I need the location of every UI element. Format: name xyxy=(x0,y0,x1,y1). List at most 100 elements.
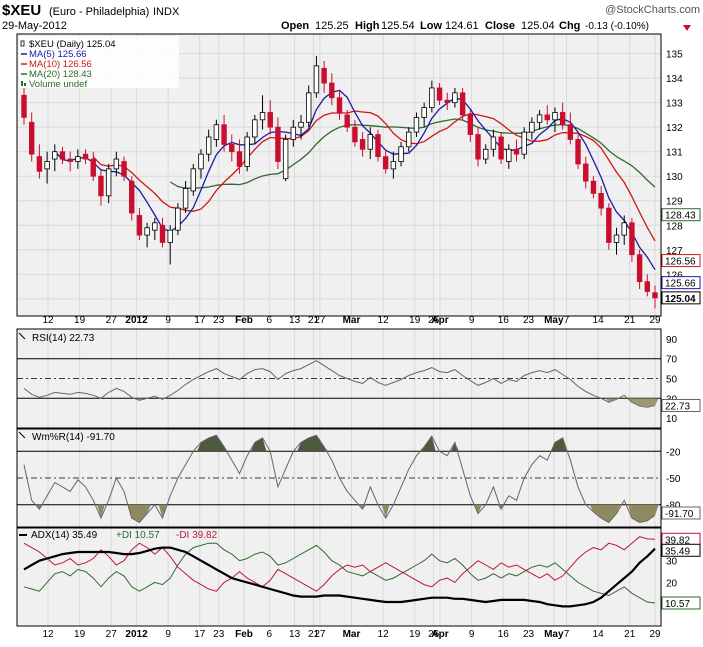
x-tick-label: 14 xyxy=(593,629,605,640)
x-tick-label: Apr xyxy=(431,629,448,640)
candle-body xyxy=(652,292,658,299)
x-tick-label: Feb xyxy=(235,315,253,326)
candle-body xyxy=(598,192,604,209)
price-candle xyxy=(498,132,504,164)
x-tick-label: 6 xyxy=(267,629,273,640)
x-tick-label: 29 xyxy=(649,629,661,640)
x-tick-label: 12 xyxy=(378,315,390,326)
x-tick-label: 19 xyxy=(409,315,421,326)
candle-body xyxy=(82,153,89,160)
candle-body xyxy=(544,114,550,121)
wr-y-tick-label: -50 xyxy=(666,474,681,485)
price-y-tick-label: 135 xyxy=(666,50,683,61)
exchange-label: INDX xyxy=(153,6,180,18)
candle-body xyxy=(236,151,243,167)
x-tick-label: 9 xyxy=(469,315,475,326)
x-tick-label: 23 xyxy=(523,629,535,640)
adx-price-tag: 10.57 xyxy=(665,599,690,610)
candle-body xyxy=(267,112,273,128)
x-tick-label: 23 xyxy=(213,629,225,640)
candle-body xyxy=(375,134,381,158)
x-tick-label: 6 xyxy=(267,315,273,326)
candle-body xyxy=(644,281,651,292)
candle-body xyxy=(513,148,520,155)
price-candle xyxy=(606,203,612,250)
down-arrow-icon xyxy=(683,25,691,31)
candle-body xyxy=(167,229,173,243)
candle-body xyxy=(398,146,404,162)
x-tick-label: 17 xyxy=(194,629,206,640)
candle-body xyxy=(67,158,73,162)
candle-body xyxy=(382,156,389,170)
price-candle xyxy=(175,203,181,236)
price-candle xyxy=(282,134,289,182)
candle-body xyxy=(298,121,304,128)
x-tick-label: 2012 xyxy=(125,315,148,326)
candle-body xyxy=(390,161,397,170)
candle-body xyxy=(613,234,620,243)
low-value: 124.61 xyxy=(445,20,479,32)
candle-body xyxy=(421,107,427,118)
x-tick-label: 14 xyxy=(593,315,605,326)
price-candle xyxy=(521,127,527,160)
adx-y-tick-label: 20 xyxy=(666,578,678,589)
x-tick-label: 9 xyxy=(469,629,475,640)
x-tick-label: 19 xyxy=(409,629,421,640)
price-candle xyxy=(575,134,581,169)
panel-3-background xyxy=(17,528,661,626)
candle-body xyxy=(129,180,135,214)
candle-body xyxy=(606,207,612,243)
high-label: High xyxy=(355,20,380,32)
x-tick-label: 19 xyxy=(74,629,86,640)
price-y-tick-label: 134 xyxy=(666,74,683,85)
x-tick-label: Feb xyxy=(235,629,253,640)
candle-body xyxy=(282,139,289,180)
candle-body xyxy=(521,131,527,155)
candle-body xyxy=(552,112,558,121)
price-tag-label: 126.56 xyxy=(665,257,696,268)
candle-body xyxy=(90,158,96,177)
quote-bar: Open 125.25 High 125.54 Low 124.61 Close… xyxy=(281,20,691,32)
rsi-y-tick-label: 50 xyxy=(666,375,678,386)
candle-body xyxy=(59,151,66,160)
price-y-tick-label: 133 xyxy=(666,99,683,110)
close-label: Close xyxy=(485,20,515,32)
candle-body xyxy=(75,156,81,162)
candle-body xyxy=(413,116,420,133)
adx-y-tick-label: 30 xyxy=(666,557,678,568)
candle-body xyxy=(436,87,443,101)
candle-body xyxy=(313,65,320,94)
candle-body xyxy=(205,136,212,155)
candle-body xyxy=(583,163,589,182)
candle-body xyxy=(359,139,366,150)
wr-price-tag: -91.70 xyxy=(665,509,694,520)
price-y-tick-label: 128 xyxy=(666,221,683,232)
x-tick-label: 27 xyxy=(106,629,118,640)
candle-body xyxy=(629,222,635,256)
candle-body xyxy=(329,82,335,99)
x-tick-label: 27 xyxy=(314,315,326,326)
plus-di-legend-entry: +DI 10.57 xyxy=(116,530,160,541)
candle-body xyxy=(336,97,343,113)
technical-chart: $XEU (Euro - Philadelphia) INDX 29-May-2… xyxy=(2,2,701,640)
candle-body xyxy=(306,92,312,123)
price-candle xyxy=(190,163,196,196)
candle-body xyxy=(452,92,458,104)
candle-body xyxy=(144,227,150,236)
price-candle xyxy=(375,129,381,162)
x-tick-label: 23 xyxy=(213,315,225,326)
candle-body xyxy=(444,99,450,104)
candle-body xyxy=(98,175,104,197)
candle-body xyxy=(159,224,166,243)
candle-body xyxy=(113,158,120,170)
rsi-y-tick-label: 70 xyxy=(666,355,678,366)
candle-body xyxy=(136,215,143,236)
chart-date: 29-May-2012 xyxy=(2,20,67,32)
price-candle xyxy=(244,132,250,172)
x-tick-label: 13 xyxy=(289,629,301,640)
candle-body xyxy=(406,131,412,148)
x-tick-label: Apr xyxy=(431,315,448,326)
x-tick-label: Mar xyxy=(343,315,361,326)
candle-body xyxy=(575,139,581,165)
wr-y-tick-label: -20 xyxy=(666,447,681,458)
